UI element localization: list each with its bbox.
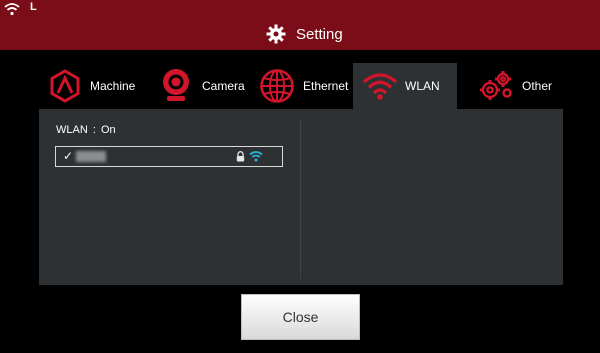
gears-icon [480,71,512,100]
tab-other-label: Other [522,79,553,93]
tab-machine[interactable]: Machine [48,63,135,109]
tab-camera-label: Camera [202,79,245,93]
usb-icon: L [30,1,37,13]
camera-icon [163,69,189,101]
wlan-status: WLAN : On [56,124,118,136]
tab-ethernet[interactable]: Ethernet [259,63,348,109]
gear-icon [266,24,286,44]
tab-camera[interactable]: Camera [158,63,245,109]
network-ssid-redacted [76,151,106,162]
wifi-icon [4,3,20,16]
tab-machine-label: Machine [90,79,136,93]
panel-divider [300,119,301,279]
tab-ethernet-label: Ethernet [303,79,349,93]
wifi-signal-icon [249,151,263,162]
page-title: Setting [296,26,343,43]
usb-label: L [30,1,37,13]
connected-check-icon: ✓ [63,149,74,163]
network-list-item[interactable]: ✓ [55,146,283,167]
close-button[interactable]: Close [241,294,360,340]
status-bar: L [0,0,600,20]
tab-wlan-label: WLAN [405,79,440,93]
tab-other[interactable]: Other [478,63,552,109]
wlan-panel: WLAN : On ✓ [39,109,563,285]
wlan-status-value: On [100,124,116,136]
tab-wlan[interactable]: WLAN [353,63,457,109]
globe-icon [260,69,294,103]
wlan-status-separator: : [92,124,96,136]
wifi-icon [363,73,397,100]
machine-icon [50,69,80,103]
wlan-status-label: WLAN [56,124,88,136]
title-bar: Setting [0,20,600,50]
lock-icon [236,151,245,162]
